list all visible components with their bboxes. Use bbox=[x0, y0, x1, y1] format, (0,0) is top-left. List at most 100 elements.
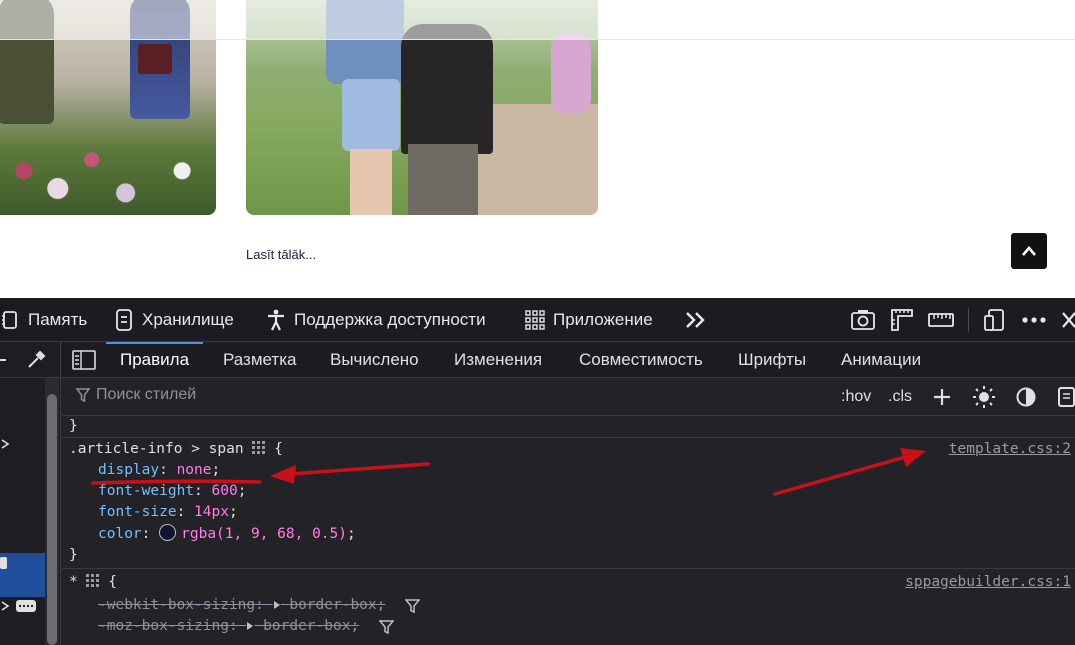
photo-detail bbox=[408, 144, 478, 215]
tab-label: Память bbox=[28, 310, 88, 329]
close-icon[interactable] bbox=[1061, 311, 1075, 329]
tab-animations[interactable]: Анимации bbox=[841, 342, 921, 378]
toolbar-divider bbox=[968, 308, 969, 332]
hover-state-toggle[interactable]: :hov bbox=[841, 378, 871, 416]
dark-mode-icon[interactable] bbox=[1016, 387, 1036, 407]
header-divider bbox=[0, 39, 1075, 40]
tab-changes[interactable]: Изменения bbox=[454, 342, 542, 378]
photo-figure bbox=[401, 24, 493, 154]
collapse-icon[interactable] bbox=[0, 359, 6, 361]
scrollbar-thumb[interactable] bbox=[47, 394, 57, 645]
styles-filter-bar: Поиск стилей :hov .cls bbox=[62, 378, 1075, 416]
rule-selector[interactable]: * bbox=[69, 574, 78, 590]
sticky-header-overlay bbox=[0, 0, 1075, 40]
tab-layout[interactable]: Разметка bbox=[223, 342, 296, 378]
property-name[interactable]: color bbox=[98, 526, 142, 542]
scroll-to-top-button[interactable] bbox=[1011, 233, 1047, 269]
measure-icon[interactable] bbox=[928, 311, 954, 329]
expand-triangle-icon[interactable] bbox=[273, 600, 281, 610]
property-name[interactable]: font-size bbox=[98, 504, 177, 520]
read-more-link[interactable]: Lasīt tālāk... bbox=[246, 247, 316, 262]
light-mode-icon[interactable] bbox=[973, 386, 995, 408]
print-media-icon[interactable] bbox=[1058, 387, 1075, 407]
declaration[interactable]: font-weight: 600; bbox=[98, 481, 246, 502]
rule-divider bbox=[62, 437, 1075, 438]
toolbar-actions-right bbox=[983, 298, 1075, 342]
filter-rules-icon[interactable] bbox=[379, 620, 394, 635]
open-brace: { bbox=[274, 441, 283, 457]
markup-pane bbox=[0, 342, 61, 645]
rule-selector[interactable]: .article-info > span bbox=[69, 441, 244, 457]
tab-memory[interactable]: Память bbox=[0, 298, 87, 342]
photo-detail bbox=[138, 44, 172, 74]
declaration[interactable]: color: rgba(1, 9, 68, 0.5); bbox=[98, 524, 356, 545]
property-value[interactable]: border-box bbox=[263, 618, 350, 634]
rules-pane: Правила Разметка Вычислено Изменения Сов… bbox=[62, 342, 1075, 645]
property-name[interactable]: font-weight bbox=[98, 483, 194, 499]
selected-node-row[interactable] bbox=[0, 553, 45, 597]
tab-rules[interactable]: Правила bbox=[106, 342, 204, 378]
tag-close-icon bbox=[1, 601, 10, 611]
declaration[interactable]: font-size: 14px; bbox=[98, 502, 238, 523]
color-swatch[interactable] bbox=[159, 524, 177, 541]
tab-label: Приложение bbox=[553, 310, 653, 329]
rulers-icon[interactable] bbox=[890, 308, 914, 332]
memory-icon bbox=[0, 310, 20, 330]
class-toggle[interactable]: .cls bbox=[888, 378, 912, 416]
tab-computed[interactable]: Вычислено bbox=[330, 342, 419, 378]
ellipsis-badge-icon[interactable] bbox=[16, 600, 36, 612]
property-value[interactable]: 14px bbox=[194, 504, 229, 520]
stylesheet-link[interactable]: template.css:2 bbox=[949, 439, 1071, 460]
responsive-design-icon[interactable] bbox=[983, 308, 1007, 332]
photo-detail bbox=[342, 79, 400, 151]
devtools-toolbar: Память Хранилище Поддержка доступности П… bbox=[0, 298, 1075, 342]
tab-label: Хранилище bbox=[142, 310, 234, 329]
styles-search-input[interactable]: Поиск стилей bbox=[76, 386, 196, 404]
chevron-up-icon bbox=[1022, 246, 1036, 256]
rule-close-brace: } bbox=[69, 547, 78, 563]
tab-storage[interactable]: Хранилище bbox=[114, 298, 234, 342]
web-page-viewport: Lasīt tālāk... bbox=[0, 0, 1075, 298]
property-name[interactable]: -webkit-box-sizing bbox=[98, 597, 255, 613]
rule-selector-row[interactable]: .article-info > span { bbox=[69, 439, 283, 460]
overridden-declaration[interactable]: -moz-box-sizing: border-box; bbox=[98, 616, 359, 637]
property-name[interactable]: display bbox=[98, 462, 159, 478]
screenshot-icon[interactable] bbox=[850, 309, 876, 331]
expand-triangle-icon[interactable] bbox=[246, 621, 254, 631]
property-value[interactable]: rgba(1, 9, 68, 0.5) bbox=[181, 526, 347, 542]
ellipsis-badge-icon[interactable] bbox=[0, 557, 7, 569]
accessibility-icon bbox=[266, 309, 286, 331]
toggle-sidebar-icon[interactable] bbox=[72, 350, 96, 370]
property-name[interactable]: -moz-box-sizing bbox=[98, 618, 229, 634]
more-options-icon[interactable] bbox=[1021, 316, 1047, 324]
tab-label: Поддержка доступности bbox=[294, 310, 486, 329]
filter-rules-icon[interactable] bbox=[405, 599, 420, 614]
tab-fonts[interactable]: Шрифты bbox=[738, 342, 806, 378]
toolbar-actions bbox=[850, 298, 954, 342]
stylesheet-link[interactable]: sppagebuilder.css:1 bbox=[905, 572, 1071, 593]
photo-detail bbox=[350, 149, 392, 215]
search-placeholder: Поиск стилей bbox=[96, 386, 197, 403]
grid-highlighter-icon[interactable] bbox=[86, 574, 100, 587]
markup-row[interactable] bbox=[0, 600, 36, 612]
tab-compatibility[interactable]: Совместимость bbox=[579, 342, 703, 378]
application-icon bbox=[525, 310, 545, 330]
property-value[interactable]: none bbox=[177, 462, 212, 478]
tab-application[interactable]: Приложение bbox=[525, 298, 653, 342]
rule-divider bbox=[62, 568, 1075, 569]
tab-accessibility[interactable]: Поддержка доступности bbox=[266, 298, 486, 342]
overridden-declaration[interactable]: -webkit-box-sizing: border-box; bbox=[98, 595, 385, 616]
markup-scrollbar[interactable] bbox=[45, 378, 59, 645]
photo-figure bbox=[551, 34, 591, 114]
grid-highlighter-icon[interactable] bbox=[252, 441, 266, 454]
filter-icon bbox=[76, 388, 90, 403]
property-value[interactable]: 600 bbox=[212, 483, 238, 499]
devtools-panel: Память Хранилище Поддержка доступности П… bbox=[0, 298, 1075, 645]
eyedropper-icon[interactable] bbox=[26, 348, 48, 370]
open-brace: { bbox=[108, 574, 117, 590]
add-rule-icon[interactable] bbox=[932, 387, 952, 407]
more-tools-button[interactable] bbox=[684, 298, 708, 342]
property-value[interactable]: border-box bbox=[289, 597, 376, 613]
declaration[interactable]: display: none; bbox=[98, 460, 220, 481]
rule-selector-row[interactable]: * { bbox=[69, 572, 117, 593]
